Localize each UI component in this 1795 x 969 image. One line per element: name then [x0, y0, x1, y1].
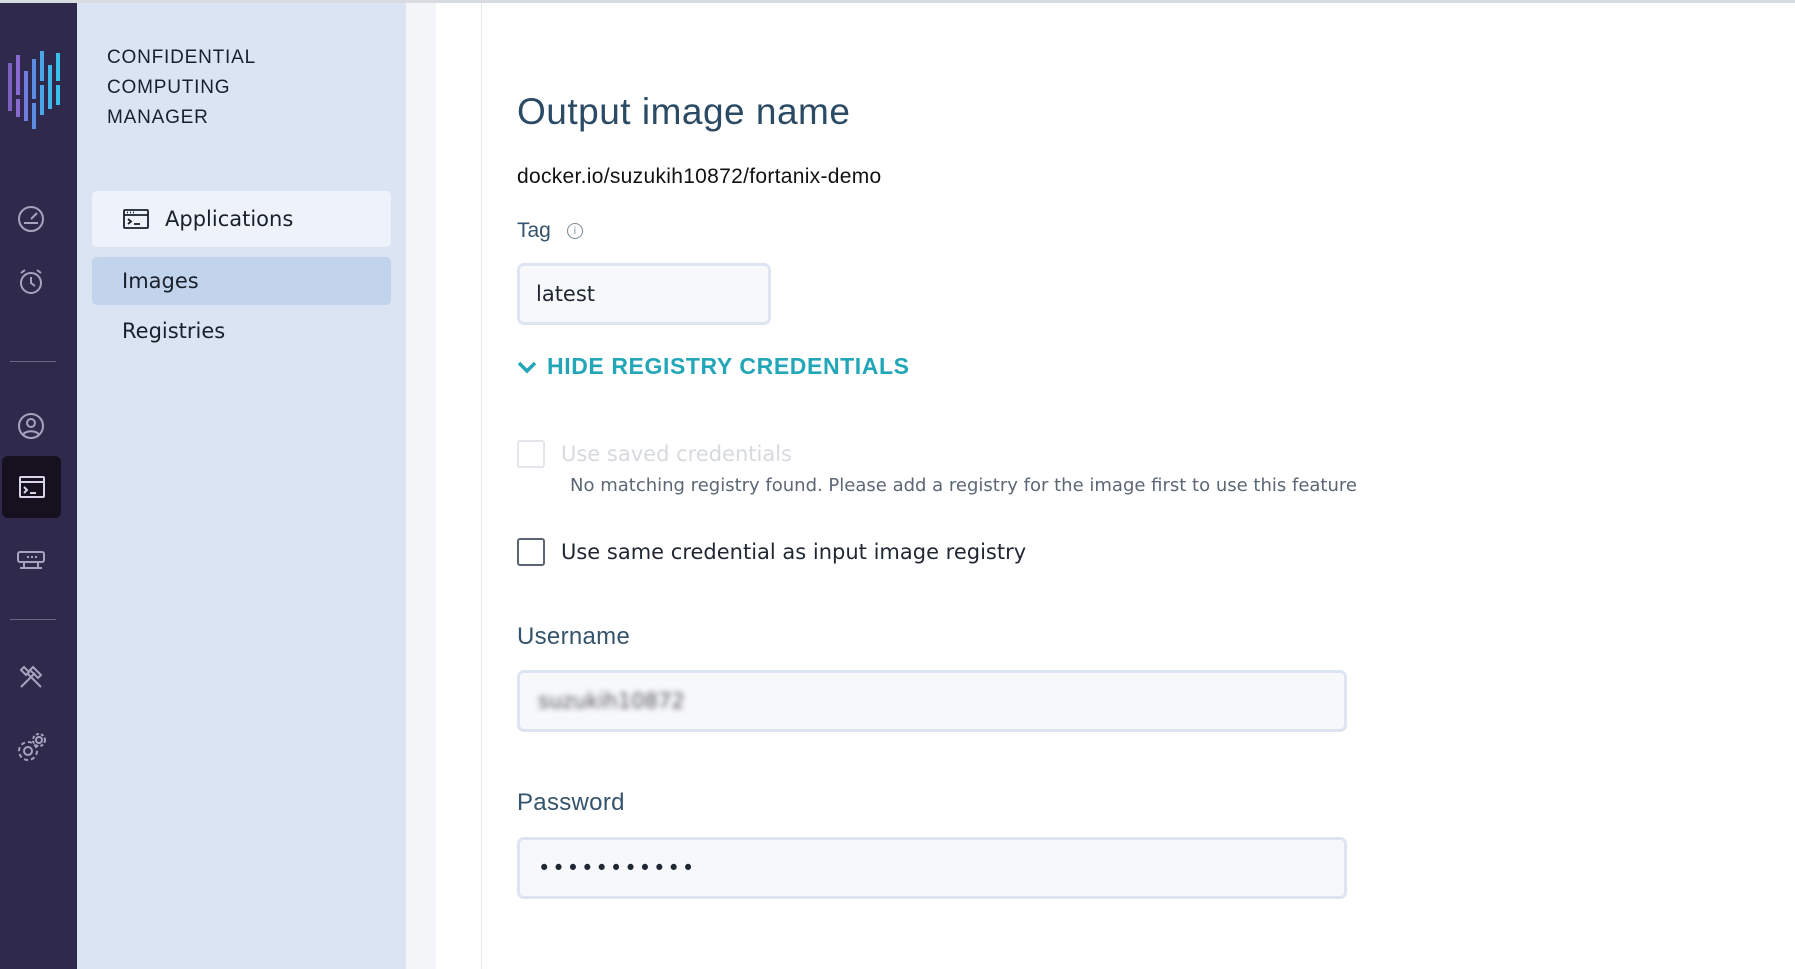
sidebar-item-images[interactable]: Images [92, 257, 391, 305]
icon-rail [0, 3, 77, 969]
use-saved-credentials-label: Use saved credentials [561, 442, 792, 466]
sidebar-item-label: Registries [122, 319, 226, 343]
username-value: suzukih10872 [538, 689, 685, 713]
same-credential-checkbox[interactable] [517, 538, 545, 566]
same-credential-label: Use same credential as input image regis… [561, 540, 1027, 564]
product-name-line: COMPUTING [107, 77, 231, 98]
chevron-down-icon [517, 361, 537, 373]
tag-input[interactable] [517, 263, 771, 325]
app-logo-icon[interactable] [6, 49, 62, 131]
username-label: Username [517, 623, 631, 650]
secondary-sidebar: CONFIDENTIAL COMPUTING MANAGER Applicati… [77, 3, 406, 969]
sidebar-item-registries[interactable]: Registries [92, 307, 391, 355]
use-saved-credentials-row: Use saved credentials [517, 440, 792, 468]
same-credential-row: Use same credential as input image regis… [517, 538, 1026, 566]
toggle-label: HIDE REGISTRY CREDENTIALS [547, 353, 910, 379]
tag-label: Tag i [517, 219, 583, 243]
gutter-strip [406, 3, 436, 969]
dashboard-icon[interactable] [8, 196, 54, 242]
tools-icon[interactable] [8, 654, 54, 700]
hide-registry-credentials-toggle[interactable]: HIDE REGISTRY CREDENTIALS [517, 353, 910, 380]
section-title: Output image name [517, 91, 851, 132]
password-input[interactable]: ••••••••••• [517, 837, 1347, 899]
product-name: CONFIDENTIAL COMPUTING MANAGER [107, 43, 367, 133]
image-form: Output image name docker.io/suzukih10872… [482, 3, 1795, 969]
rail-divider [10, 361, 56, 362]
rail-divider [10, 619, 56, 620]
output-repository: docker.io/suzukih10872/fortanix-demo [517, 165, 882, 188]
alarm-icon[interactable] [8, 259, 54, 305]
compute-node-icon[interactable] [8, 537, 54, 583]
use-saved-credentials-checkbox[interactable] [517, 440, 545, 468]
password-label: Password [517, 789, 625, 816]
applications-icon[interactable] [2, 456, 61, 518]
password-value: ••••••••••• [538, 856, 697, 880]
settings-icon[interactable] [8, 725, 54, 771]
sidebar-item-label: Applications [165, 207, 294, 231]
product-name-line: MANAGER [107, 107, 209, 128]
sidebar-item-label: Images [122, 269, 199, 293]
terminal-window-icon [123, 208, 151, 230]
tag-label-text: Tag [517, 219, 551, 242]
username-input[interactable]: suzukih10872 [517, 670, 1347, 732]
product-name-line: CONFIDENTIAL [107, 47, 256, 68]
info-icon[interactable]: i [566, 223, 583, 239]
user-icon[interactable] [8, 403, 54, 449]
sidebar-item-applications[interactable]: Applications [92, 191, 391, 247]
no-registry-helper-text: No matching registry found. Please add a… [570, 475, 1357, 496]
